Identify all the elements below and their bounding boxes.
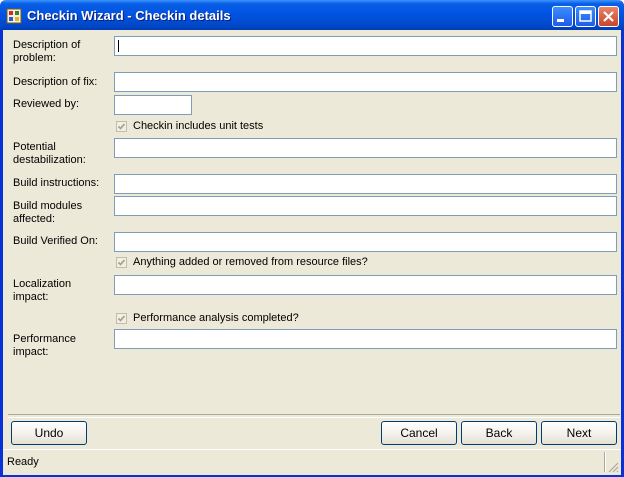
app-icon [6, 8, 22, 24]
resize-grip-icon[interactable] [607, 461, 619, 473]
text-caret [118, 40, 119, 52]
button-divider [8, 414, 620, 418]
close-button[interactable] [598, 6, 619, 27]
back-button[interactable]: Back [461, 421, 537, 445]
resource-files-checkbox[interactable]: Anything added or removed from resource … [116, 255, 368, 269]
performance-analysis-checkbox[interactable]: Performance analysis completed? [116, 311, 299, 325]
reviewed-by-label: Reviewed by: [13, 98, 80, 110]
window-title: Checkin Wizard - Checkin details [27, 8, 231, 23]
title-bar[interactable]: Checkin Wizard - Checkin details [0, 0, 624, 30]
status-bar: Ready [3, 449, 621, 475]
checkbox-box[interactable] [116, 256, 127, 268]
build-instructions-input[interactable] [114, 174, 617, 194]
checkmark-icon [117, 122, 126, 130]
close-icon [603, 11, 614, 22]
description-problem-label: Description of problem: [13, 39, 81, 64]
description-fix-input[interactable] [114, 72, 617, 92]
performance-impact-label: Performance impact: [13, 333, 76, 358]
checkmark-icon [117, 258, 126, 266]
checkmark-icon [117, 314, 126, 322]
undo-button[interactable]: Undo [11, 421, 87, 445]
status-text: Ready [7, 456, 39, 468]
minimize-button[interactable] [552, 6, 573, 27]
minimize-icon [557, 19, 564, 22]
build-instructions-label: Build instructions: [13, 177, 100, 189]
potential-destabilization-input[interactable] [114, 138, 617, 158]
form-area: Description of problem: Description of f… [3, 30, 621, 475]
next-button[interactable]: Next [541, 421, 617, 445]
build-verified-label: Build Verified On: [13, 235, 98, 247]
description-fix-label: Description of fix: [13, 76, 98, 88]
unit-tests-label: Checkin includes unit tests [133, 120, 264, 132]
performance-impact-input[interactable] [114, 329, 617, 349]
maximize-button[interactable] [575, 6, 596, 27]
reviewed-by-input[interactable] [114, 95, 192, 115]
checkin-wizard-window: Checkin Wizard - Checkin details Descrip… [0, 0, 624, 477]
localization-impact-label: Localization impact: [13, 278, 72, 303]
unit-tests-checkbox[interactable]: Checkin includes unit tests [116, 119, 263, 133]
checkbox-box[interactable] [116, 120, 127, 132]
description-problem-input[interactable] [114, 36, 617, 56]
status-separator [604, 452, 606, 472]
cancel-button[interactable]: Cancel [381, 421, 457, 445]
maximize-icon [579, 10, 592, 22]
resource-files-label: Anything added or removed from resource … [133, 256, 368, 268]
performance-analysis-label: Performance analysis completed? [133, 312, 299, 324]
build-modules-label: Build modules affected: [13, 200, 83, 225]
build-modules-input[interactable] [114, 196, 617, 216]
build-verified-input[interactable] [114, 232, 617, 252]
localization-impact-input[interactable] [114, 275, 617, 295]
checkbox-box[interactable] [116, 312, 127, 324]
potential-destabilization-label: Potential destabilization: [13, 141, 86, 166]
